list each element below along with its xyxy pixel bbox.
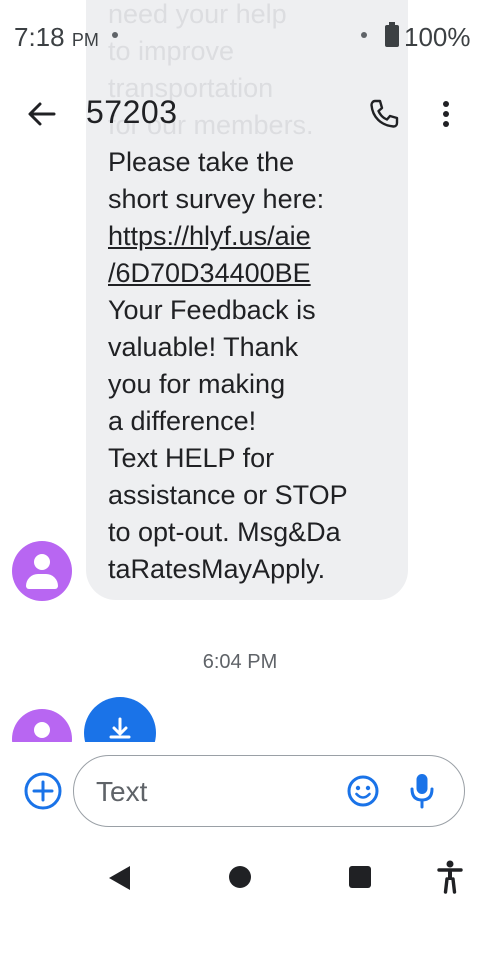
download-attachment-button[interactable]	[84, 697, 156, 742]
download-icon	[109, 717, 131, 739]
accessibility-icon[interactable]	[436, 860, 464, 894]
message-text-before-link: Please take the short survey here:	[108, 147, 325, 214]
notification-dot-icon	[361, 32, 367, 38]
sender-avatar[interactable]	[12, 541, 72, 601]
emoji-icon[interactable]	[346, 774, 380, 808]
person-icon	[34, 554, 50, 570]
message-timestamp: 6:04 PM	[202, 651, 278, 673]
nav-recents-icon[interactable]	[349, 866, 371, 888]
battery-icon	[385, 22, 399, 47]
mic-icon[interactable]	[408, 772, 436, 810]
compose-box[interactable]	[73, 755, 465, 827]
nav-back-icon[interactable]	[106, 864, 132, 892]
battery-level: 100%	[404, 22, 471, 52]
more-vert-icon[interactable]	[434, 96, 458, 132]
survey-link[interactable]: https://hlyf.us/aie /6D70D34400BE	[108, 221, 311, 288]
phone-icon[interactable]	[366, 96, 402, 132]
status-bar: 7:18 PM 100%	[0, 0, 480, 70]
arrow-back-icon[interactable]	[24, 96, 60, 132]
person-icon	[34, 722, 50, 738]
status-time: 7:18 PM	[14, 22, 99, 52]
sender-avatar[interactable]	[12, 709, 72, 742]
top-app-bar: 57203	[0, 74, 480, 156]
conversation-title: 57203	[86, 94, 178, 130]
message-text-after-link: Your Feedback is valuable! Thank you for…	[108, 295, 348, 584]
add-circle-icon[interactable]	[22, 770, 64, 812]
system-nav-bar	[0, 842, 480, 912]
nav-home-icon[interactable]	[229, 866, 251, 888]
message-input[interactable]	[94, 770, 338, 814]
notification-dot-icon	[112, 32, 118, 38]
message-text: Please take the short survey here: https…	[108, 144, 398, 588]
